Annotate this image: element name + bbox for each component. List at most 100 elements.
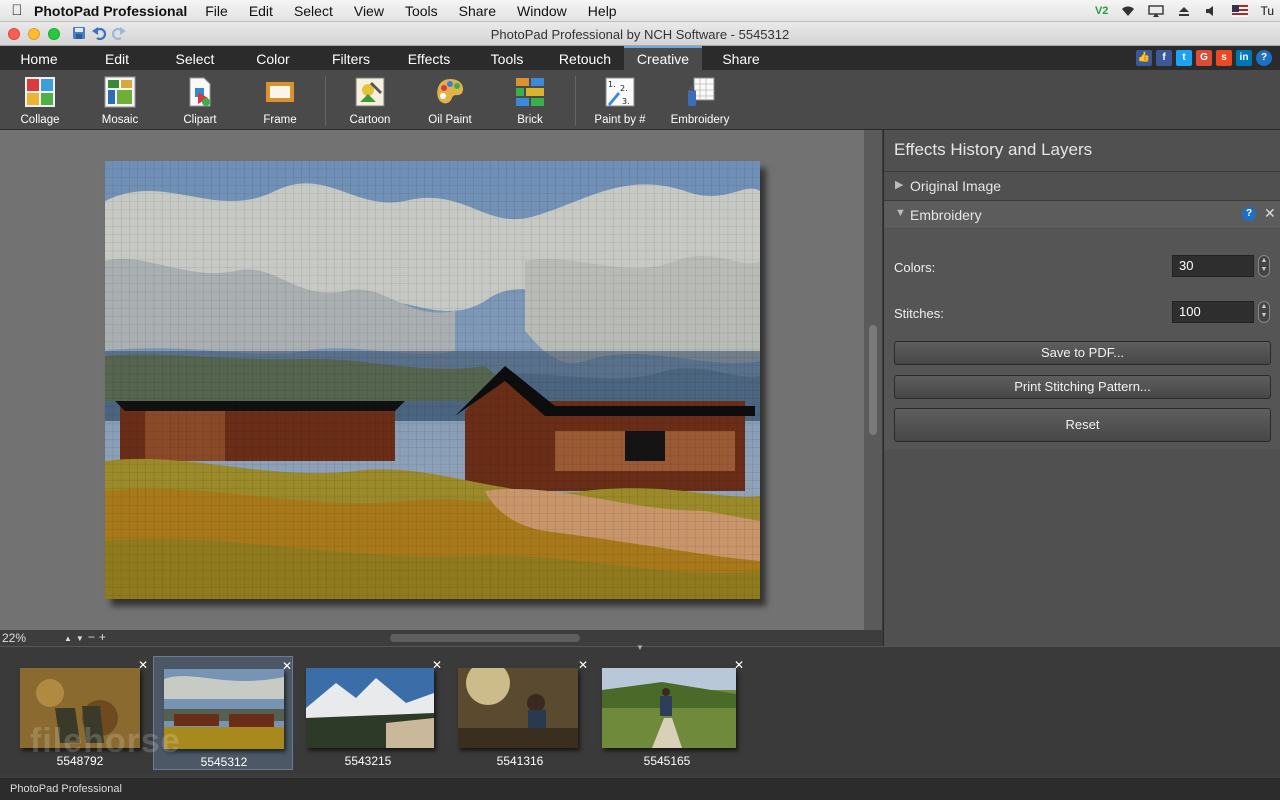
print-stitching-pattern-button[interactable]: Print Stitching Pattern... [894, 375, 1271, 399]
tab-effects[interactable]: Effects [390, 46, 468, 70]
cartoon-icon [355, 77, 385, 107]
stitches-stepper-icon[interactable]: ▲ ▼ [1258, 301, 1270, 323]
menu-edit[interactable]: Edit [249, 3, 273, 19]
collapse-filmstrip-icon[interactable]: ▼ [636, 643, 644, 652]
save-to-pdf-button[interactable]: Save to PDF... [894, 341, 1271, 365]
tab-creative[interactable]: Creative [624, 46, 702, 70]
effect-help-icon[interactable]: ? [1242, 207, 1256, 221]
collage-icon [25, 77, 55, 107]
frame-button[interactable]: Frame [240, 76, 320, 126]
zoom-bar: 22% ▲▼−+ [0, 630, 882, 646]
menu-select[interactable]: Select [294, 3, 333, 19]
zoom-level[interactable]: 22% [2, 631, 26, 645]
flag-icon[interactable] [1232, 5, 1249, 17]
filmstrip-divider[interactable]: ▼ [0, 643, 1280, 654]
menu-share[interactable]: Share [459, 3, 496, 19]
menu-tools[interactable]: Tools [405, 3, 438, 19]
collage-button[interactable]: Collage [0, 76, 80, 126]
mosaic-label: Mosaic [101, 114, 139, 126]
svg-text:2.: 2. [620, 84, 628, 93]
tab-color[interactable]: Color [234, 46, 312, 70]
zoom-stepper-icon[interactable]: ▲▼ [64, 634, 88, 643]
linkedin-icon[interactable]: in [1236, 50, 1252, 66]
toolbar-separator [325, 76, 326, 126]
menu-view[interactable]: View [354, 3, 384, 19]
apple-icon[interactable]:  [0, 2, 34, 19]
mosaic-button[interactable]: Mosaic [80, 76, 160, 126]
vertical-scrollbar[interactable] [864, 130, 882, 630]
tab-share[interactable]: Share [702, 46, 780, 70]
tab-retouch[interactable]: Retouch [546, 46, 624, 70]
image-canvas-area[interactable] [0, 130, 864, 630]
thumbnail-image [602, 668, 736, 748]
thumbnail-label: 5543215 [344, 754, 392, 768]
embroidery-label: Embroidery [670, 114, 730, 126]
watermark-logo: filehorse [30, 722, 181, 760]
eject-icon[interactable] [1176, 5, 1192, 17]
filmstrip-item[interactable]: ✕ 5543215 [298, 656, 442, 770]
facebook-icon[interactable]: f [1156, 50, 1172, 66]
svg-text:3.: 3. [622, 97, 630, 106]
wifi-icon[interactable] [1120, 5, 1136, 17]
embroidery-settings: Colors: 30 ▲ ▼ Stitches: 100 ▲ ▼ Save to P… [884, 229, 1280, 449]
horizontal-scroll-thumb[interactable] [390, 634, 580, 642]
remove-effect-icon[interactable]: ✕ [1264, 205, 1276, 222]
close-icon[interactable]: ✕ [282, 659, 292, 673]
tray-label[interactable]: Tu [1260, 4, 1274, 18]
filmstrip: ✕ 5548792 ✕ 5545312 ✕ 5543215 ✕ 5541316 … [0, 654, 1280, 774]
paint-by-number-button[interactable]: 1. 2. 3. Paint by # [580, 76, 660, 126]
stumbleupon-icon[interactable]: s [1216, 50, 1232, 66]
embroidery-button[interactable]: Embroidery [660, 76, 740, 126]
colors-stepper-icon[interactable]: ▲ ▼ [1258, 255, 1270, 277]
clipart-icon [189, 77, 211, 107]
cartoon-button[interactable]: Cartoon [330, 76, 410, 126]
zoom-out-button[interactable]: − [88, 630, 99, 644]
help-icon[interactable]: ? [1256, 50, 1272, 66]
tab-edit[interactable]: Edit [78, 46, 156, 70]
clipart-label: Clipart [183, 114, 217, 126]
oil-paint-button[interactable]: Oil Paint [410, 76, 490, 126]
original-image-row[interactable]: ▶ Original Image [884, 171, 1280, 199]
tab-tools[interactable]: Tools [468, 46, 546, 70]
close-icon[interactable]: ✕ [432, 658, 442, 672]
close-icon[interactable]: ✕ [138, 658, 148, 672]
brick-button[interactable]: Brick [490, 76, 570, 126]
brick-label: Brick [517, 114, 543, 126]
embroidery-preview-image[interactable] [105, 161, 760, 599]
mac-menu-bar:  PhotoPad Professional File Edit Select… [0, 0, 1280, 22]
expand-right-icon[interactable]: ▶ [895, 178, 903, 191]
airplay-icon[interactable] [1148, 5, 1165, 17]
zoom-controls: ▲▼−+ [64, 630, 110, 644]
menu-file[interactable]: File [205, 3, 228, 19]
embroidery-effect-row[interactable]: ▼ Embroidery ? ✕ [884, 200, 1280, 228]
like-icon[interactable]: 👍 [1136, 50, 1152, 66]
menu-window[interactable]: Window [517, 3, 567, 19]
vpn-icon[interactable]: V2 [1095, 5, 1108, 17]
tab-home[interactable]: Home [0, 46, 78, 70]
tab-filters[interactable]: Filters [312, 46, 390, 70]
brick-icon [516, 78, 544, 106]
twitter-icon[interactable]: t [1176, 50, 1192, 66]
volume-icon[interactable] [1204, 5, 1220, 17]
tab-select[interactable]: Select [156, 46, 234, 70]
stitches-input[interactable]: 100 [1172, 301, 1254, 323]
close-icon[interactable]: ✕ [734, 658, 744, 672]
google-plus-icon[interactable]: G [1196, 50, 1212, 66]
filmstrip-item[interactable]: ✕ 5541316 [450, 656, 590, 770]
collapse-down-icon[interactable]: ▼ [895, 207, 906, 219]
thumbnail-image [164, 669, 284, 749]
zoom-in-button[interactable]: + [99, 630, 110, 644]
vertical-scroll-thumb[interactable] [869, 325, 877, 435]
stitched-landscape-image [105, 161, 760, 599]
reset-button[interactable]: Reset [894, 408, 1271, 442]
menu-help[interactable]: Help [588, 3, 617, 19]
colors-label: Colors: [894, 260, 936, 275]
original-image-label: Original Image [910, 178, 1002, 194]
clipart-button[interactable]: Clipart [160, 76, 240, 126]
app-menu-name[interactable]: PhotoPad Professional [34, 3, 187, 19]
embroidery-effect-label: Embroidery [910, 207, 982, 223]
colors-input[interactable]: 30 [1172, 255, 1254, 277]
collage-label: Collage [20, 114, 60, 126]
filmstrip-item[interactable]: ✕ 5545165 [597, 656, 744, 770]
close-icon[interactable]: ✕ [578, 658, 588, 672]
